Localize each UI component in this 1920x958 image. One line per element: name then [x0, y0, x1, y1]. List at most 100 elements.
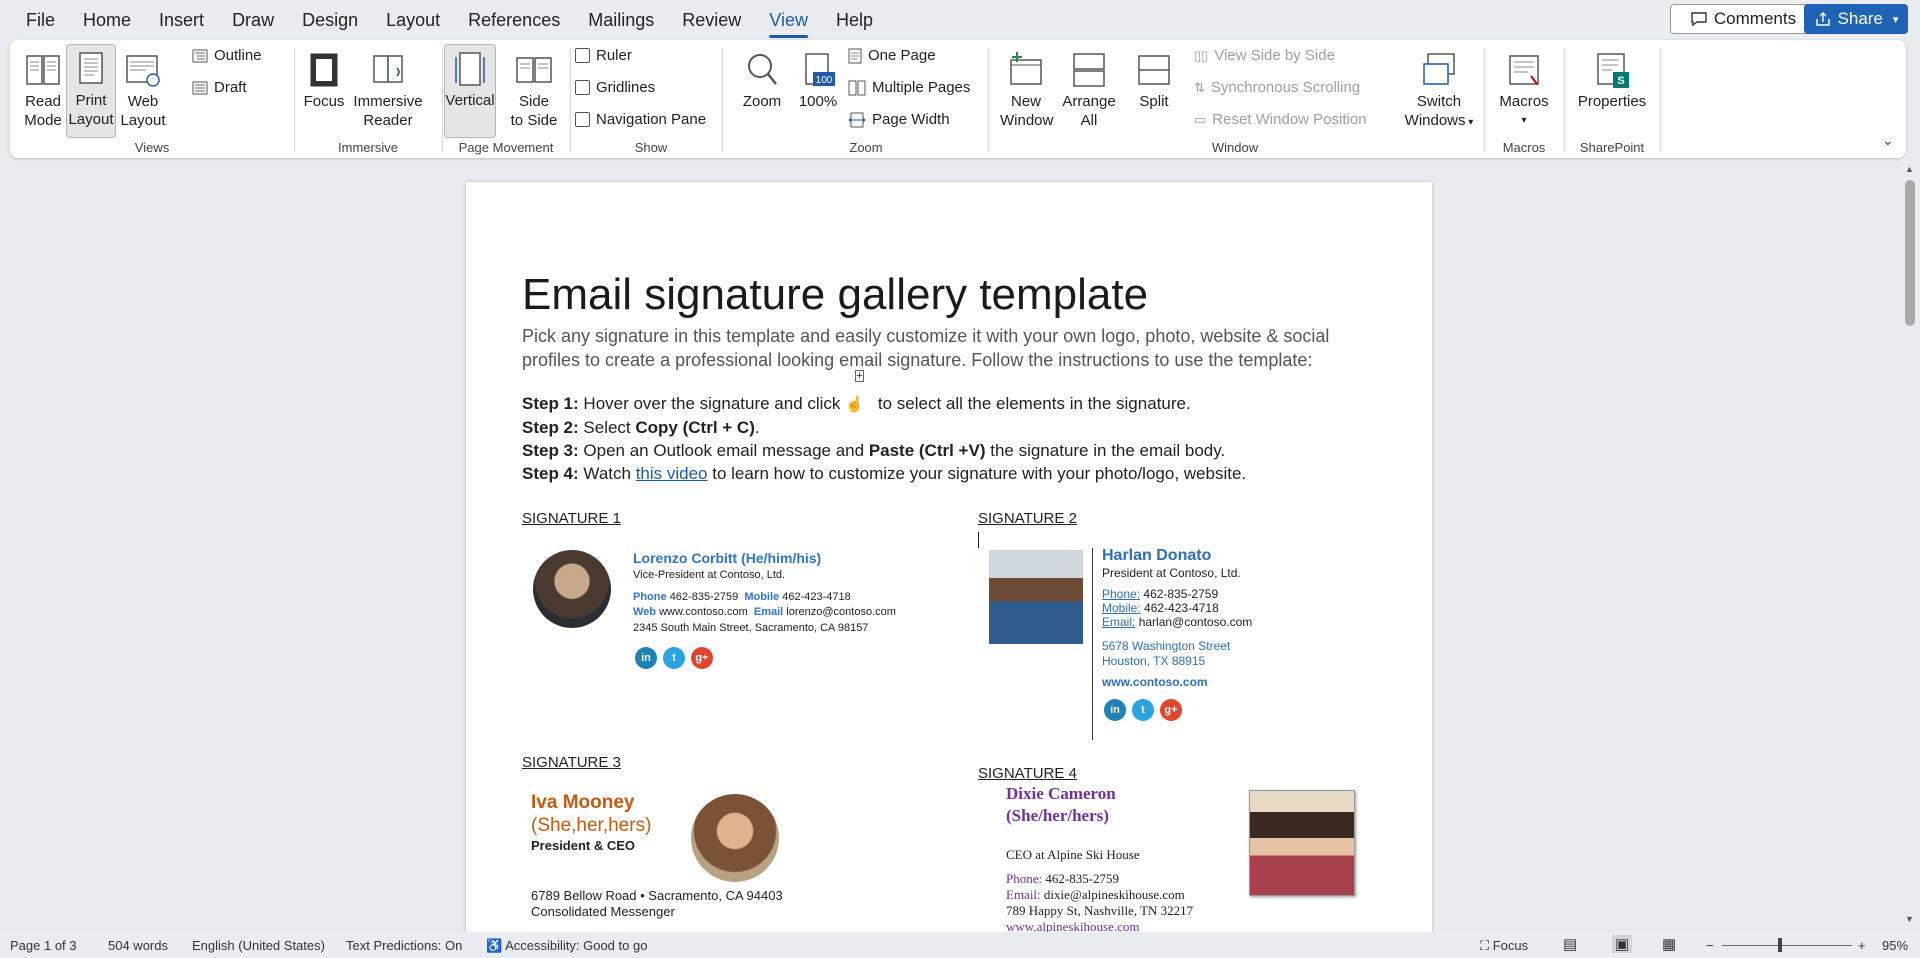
share-button[interactable]: Share ▾ [1804, 4, 1908, 34]
side-to-side-button[interactable]: Side to Side [506, 46, 562, 130]
macros-group-label: Macros [1502, 140, 1546, 155]
step-2: Step 2: Select Copy (Ctrl + C). [522, 418, 760, 437]
sig3-address: 6789 Bellow Road • Sacramento, CA 94403 [531, 888, 783, 903]
linkedin-icon[interactable]: in [1104, 699, 1126, 721]
gridlines-checkbox[interactable]: Gridlines [575, 79, 655, 96]
page-movement-group-label: Page Movement [458, 140, 554, 155]
word-count[interactable]: 504 words [108, 938, 168, 953]
text-predictions-status[interactable]: Text Predictions: On [346, 938, 462, 953]
reset-window-position-button[interactable]: ▭ Reset Window Position [1194, 111, 1367, 128]
step-1: Step 1: Hover over the signature and cli… [522, 370, 1191, 413]
text-cursor [978, 532, 979, 548]
google-plus-icon[interactable]: g+ [1160, 699, 1182, 721]
focus-button[interactable]: Focus [302, 46, 346, 111]
read-mode-icon [26, 55, 60, 85]
tab-insert[interactable]: Insert [145, 0, 218, 40]
sig3-pronouns: (She,her,hers) [531, 815, 652, 836]
tab-references[interactable]: References [454, 0, 574, 40]
reset-window-icon: ▭ [1194, 111, 1207, 127]
immersive-reader-button[interactable]: Immersive Reader [350, 46, 426, 130]
tab-help[interactable]: Help [822, 0, 887, 40]
tab-mailings[interactable]: Mailings [574, 0, 668, 40]
sig2-name: Harlan Donato [1102, 547, 1212, 564]
zoom-slider-thumb[interactable] [1778, 938, 1782, 952]
vertical-page-icon [455, 52, 485, 86]
web-layout-button[interactable]: Web Layout [118, 46, 168, 130]
new-window-button[interactable]: New Window [1000, 46, 1053, 130]
read-mode-view-icon[interactable]: ▤ [1563, 935, 1577, 953]
linkedin-icon[interactable]: in [635, 647, 657, 669]
arrange-all-button[interactable]: Arrange All [1060, 46, 1118, 130]
outline-button[interactable]: Outline [192, 47, 262, 64]
sig4-website[interactable]: www.alpineskihouse.com [1006, 919, 1139, 932]
document-page[interactable]: Email signature gallery template Pick an… [466, 182, 1432, 932]
intro-line-2: profiles to create a professional lookin… [522, 350, 1313, 370]
vertical-button[interactable]: Vertical [444, 44, 496, 138]
sig3-photo [691, 794, 779, 882]
properties-button[interactable]: S Properties [1572, 46, 1652, 111]
zoom-out-icon[interactable]: − [1706, 938, 1714, 953]
page-count[interactable]: Page 1 of 3 [10, 938, 77, 953]
macros-button[interactable]: Macros ▾ [1496, 46, 1552, 130]
web-layout-view-icon[interactable]: ▦ [1662, 935, 1676, 953]
language-status[interactable]: English (United States) [192, 938, 325, 953]
svg-text:100: 100 [816, 75, 833, 86]
checkbox[interactable] [575, 112, 590, 127]
ruler-checkbox[interactable]: Ruler [575, 47, 632, 64]
sig4-title: CEO at Alpine Ski House [1006, 847, 1140, 862]
collapse-ribbon-icon[interactable]: ⌄ [1882, 132, 1894, 149]
multiple-pages-button[interactable]: Multiple Pages [848, 79, 970, 96]
focus-icon [310, 53, 338, 87]
tab-review[interactable]: Review [668, 0, 755, 40]
step-4: Step 4: Watch this video to learn how to… [522, 464, 1247, 483]
sig4-photo [1249, 790, 1355, 896]
split-button[interactable]: Split [1132, 46, 1176, 111]
synchronous-scrolling-button[interactable]: ⇅ Synchronous Scrolling [1194, 79, 1360, 96]
view-side-by-side-button[interactable]: ▯▯ View Side by Side [1194, 47, 1335, 64]
scroll-up-icon[interactable]: ▲ [1905, 164, 1914, 174]
signature-1-heading: SIGNATURE 1 [522, 510, 621, 527]
print-layout-button[interactable]: Print Layout [66, 44, 116, 138]
zoom-slider[interactable] [1722, 945, 1852, 946]
zoom-100-button[interactable]: 100 100% [794, 46, 842, 111]
intro-line-1: Pick any signature in this template and … [522, 326, 1330, 346]
checkbox[interactable] [575, 48, 590, 63]
accessibility-icon: ♿ [486, 938, 503, 953]
tab-design[interactable]: Design [288, 0, 372, 40]
google-plus-icon[interactable]: g+ [691, 647, 713, 669]
page-width-button[interactable]: Page Width [848, 111, 950, 128]
print-layout-view-icon[interactable]: ▣ [1612, 935, 1633, 953]
tab-view[interactable]: View [755, 0, 822, 40]
draft-button[interactable]: Draft [192, 79, 247, 96]
read-mode-button[interactable]: Read Mode [18, 46, 68, 130]
accessibility-status[interactable]: ♿ Accessibility: Good to go [486, 938, 647, 954]
focus-mode-button[interactable]: ⛶ Focus [1480, 938, 1528, 954]
ribbon: Read Mode Print Layout Web Layout Outline D… [10, 40, 1906, 158]
checkbox[interactable] [575, 80, 590, 95]
zoom-button[interactable]: Zoom [738, 46, 786, 111]
video-link[interactable]: this video [636, 464, 708, 483]
tab-file[interactable]: File [0, 0, 69, 40]
zoom-level[interactable]: 95% [1882, 938, 1908, 953]
sig2-divider [1092, 548, 1093, 740]
navigation-pane-checkbox[interactable]: Navigation Pane [575, 111, 706, 128]
sig2-website[interactable]: www.contoso.com [1102, 675, 1208, 689]
scrollbar-thumb[interactable] [1905, 180, 1915, 326]
sig2-social: in t g+ [1104, 699, 1188, 721]
zoom-in-icon[interactable]: + [1858, 938, 1866, 953]
immersive-reader-icon [373, 55, 403, 83]
tab-home[interactable]: Home [69, 0, 145, 40]
draft-icon [192, 81, 208, 94]
comments-label: Comments [1713, 9, 1797, 28]
switch-windows-button[interactable]: Switch Windows ▾ [1400, 46, 1478, 132]
chevron-down-icon[interactable]: ▾ [1893, 13, 1899, 26]
views-group-label: Views [134, 140, 170, 155]
comments-button[interactable]: Comments [1670, 4, 1816, 34]
tab-layout[interactable]: Layout [372, 0, 454, 40]
scroll-down-icon[interactable]: ▼ [1905, 914, 1914, 924]
twitter-icon[interactable]: t [663, 647, 685, 669]
sync-scroll-icon: ⇅ [1194, 79, 1205, 95]
tab-draw[interactable]: Draw [218, 0, 288, 40]
one-page-button[interactable]: One Page [848, 47, 936, 64]
twitter-icon[interactable]: t [1132, 699, 1154, 721]
